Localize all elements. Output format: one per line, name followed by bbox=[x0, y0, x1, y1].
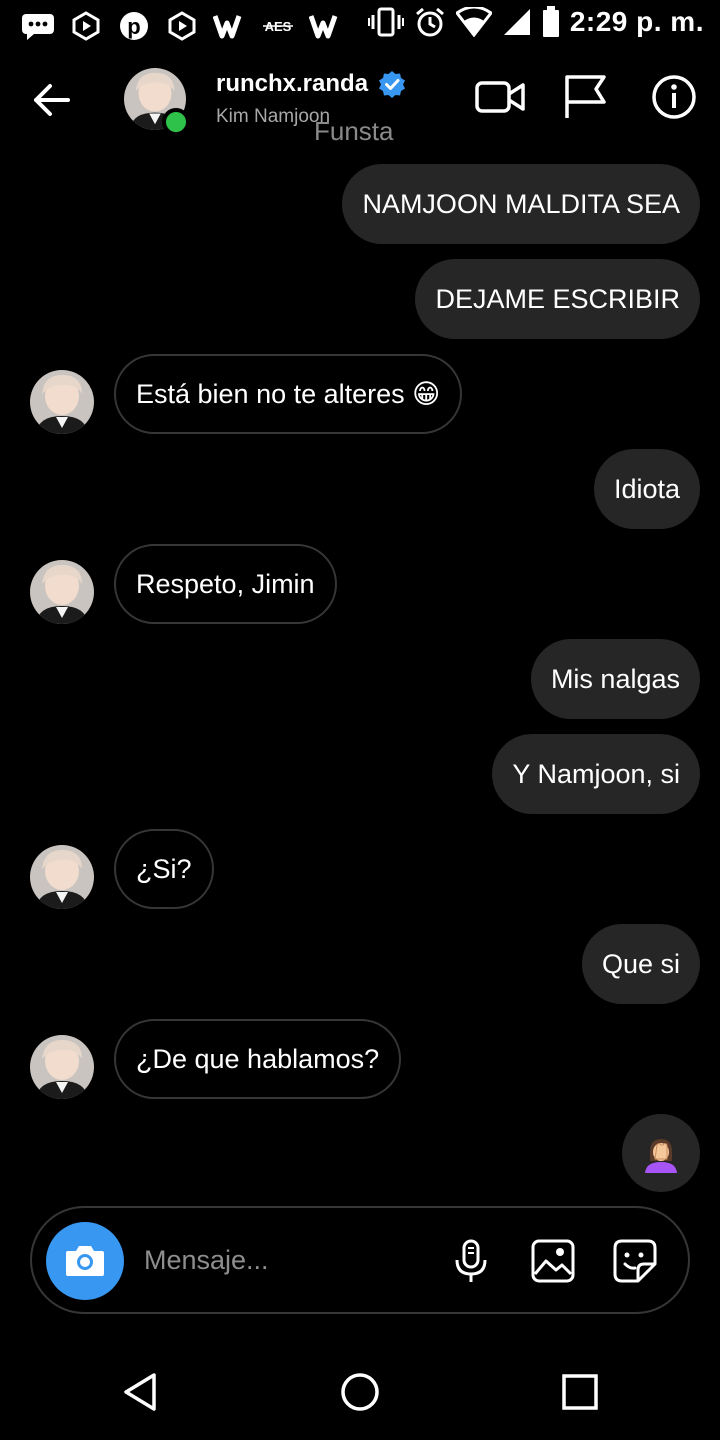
wattpad-icon bbox=[212, 8, 248, 44]
info-icon[interactable] bbox=[648, 74, 700, 120]
message-row-received: Respeto, Jimin bbox=[0, 544, 720, 624]
play-hex-icon bbox=[164, 8, 200, 44]
received-message-bubble[interactable]: Está bien no te alteres 😁 bbox=[114, 354, 463, 434]
sent-emoji-bubble[interactable] bbox=[622, 1114, 700, 1192]
chat-header: runchx.randa Kim Namjoon Funsta bbox=[0, 56, 720, 146]
aes-icon: AES bbox=[260, 8, 296, 44]
message-row-sent: Que si bbox=[0, 924, 720, 1004]
back-triangle-icon[interactable] bbox=[118, 1370, 162, 1414]
sent-message-bubble[interactable]: DEJAME ESCRIBIR bbox=[415, 259, 700, 339]
clock: 2:29 p. m. bbox=[569, 6, 704, 37]
flag-icon[interactable] bbox=[560, 74, 612, 120]
home-circle-icon[interactable] bbox=[338, 1370, 382, 1414]
microphone-icon[interactable] bbox=[448, 1238, 494, 1284]
received-message-bubble[interactable]: ¿De que hablamos? bbox=[114, 1019, 402, 1099]
message-row-received: Está bien no te alteres 😁 bbox=[0, 354, 720, 434]
sent-message-bubble[interactable]: Y Namjoon, si bbox=[492, 734, 700, 814]
camera-button[interactable] bbox=[46, 1222, 124, 1300]
back-arrow-icon[interactable] bbox=[30, 78, 74, 122]
message-row-sent: Idiota bbox=[0, 449, 720, 529]
contact-name-row[interactable]: runchx.randa bbox=[216, 70, 406, 98]
wifi-icon bbox=[455, 7, 492, 37]
face-palm-emoji-icon bbox=[645, 1139, 677, 1173]
message-composer bbox=[30, 1206, 690, 1314]
alarm-icon bbox=[415, 7, 444, 37]
online-status-dot bbox=[162, 108, 190, 136]
message-row-received: ¿De que hablamos? bbox=[0, 1019, 720, 1099]
message-row-sent: Mis nalgas bbox=[0, 639, 720, 719]
gallery-icon[interactable] bbox=[530, 1238, 576, 1284]
signal-icon bbox=[503, 9, 530, 35]
message-row-sent: NAMJOON MALDITA SEA bbox=[0, 164, 720, 244]
video-call-icon[interactable] bbox=[474, 74, 526, 120]
play-hex-icon bbox=[68, 8, 104, 44]
sender-avatar[interactable] bbox=[30, 370, 94, 434]
sent-message-bubble[interactable]: NAMJOON MALDITA SEA bbox=[342, 164, 700, 244]
received-message-bubble[interactable]: Respeto, Jimin bbox=[114, 544, 337, 624]
system-nav-bar bbox=[0, 1340, 720, 1440]
recents-square-icon[interactable] bbox=[558, 1370, 602, 1414]
system-icons: 2:29 p. m. bbox=[367, 6, 704, 38]
camera-icon bbox=[66, 1246, 104, 1276]
contact-username: runchx.randa bbox=[216, 70, 369, 97]
pinterest-icon: p bbox=[116, 8, 152, 44]
message-input[interactable] bbox=[144, 1238, 424, 1282]
sent-message-bubble[interactable]: Mis nalgas bbox=[530, 639, 700, 719]
notification-icons: p AES bbox=[20, 8, 344, 44]
sender-avatar[interactable] bbox=[30, 1035, 94, 1099]
message-row-sent: DEJAME ESCRIBIR bbox=[0, 259, 720, 339]
status-bar: p AES 2:29 p. m. bbox=[0, 0, 720, 52]
sender-avatar[interactable] bbox=[30, 845, 94, 909]
wattpad-icon bbox=[308, 8, 344, 44]
verified-badge-icon bbox=[379, 71, 406, 98]
contact-fullname: Kim Namjoon bbox=[216, 106, 331, 127]
message-row-received: ¿Si? bbox=[0, 829, 720, 909]
messages-icon bbox=[20, 8, 56, 44]
funsta-label: Funsta bbox=[314, 116, 394, 146]
contact-avatar[interactable] bbox=[124, 68, 190, 136]
sent-message-bubble[interactable]: Idiota bbox=[593, 449, 700, 529]
battery-icon bbox=[542, 6, 559, 37]
svg-text:p: p bbox=[127, 14, 140, 39]
sender-avatar[interactable] bbox=[30, 560, 94, 624]
received-message-bubble[interactable]: ¿Si? bbox=[114, 829, 214, 909]
message-row-sent: Y Namjoon, si bbox=[0, 734, 720, 814]
sticker-icon[interactable] bbox=[612, 1238, 658, 1284]
sent-message-bubble[interactable]: Que si bbox=[581, 924, 700, 1004]
vibrate-icon bbox=[367, 7, 404, 37]
